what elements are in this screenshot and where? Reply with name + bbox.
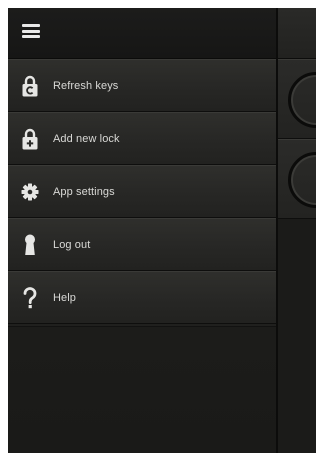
lock-card[interactable] <box>278 139 316 219</box>
lock-dial-icon <box>288 72 316 128</box>
menu-item-add-new-lock[interactable]: Add new lock <box>8 112 276 165</box>
hamburger-menu-icon[interactable] <box>22 24 40 38</box>
main-content <box>278 8 316 453</box>
app-screen: Refresh keys Add new lock App settings L… <box>8 8 316 453</box>
menu-item-label: App settings <box>53 185 115 198</box>
menu-item-label: Add new lock <box>53 132 120 145</box>
drawer-empty-area <box>8 326 276 453</box>
main-header <box>278 8 316 59</box>
keyhole-icon <box>21 233 39 257</box>
drawer-header <box>8 8 276 59</box>
lock-add-icon <box>21 127 39 151</box>
menu-item-label: Refresh keys <box>53 79 119 92</box>
menu-list: Refresh keys Add new lock App settings L… <box>8 59 276 324</box>
lock-dial-icon <box>288 152 316 208</box>
lock-card[interactable] <box>278 59 316 139</box>
gear-icon <box>21 180 39 204</box>
lock-refresh-icon <box>21 74 39 98</box>
question-icon <box>21 286 39 310</box>
menu-item-label: Help <box>53 291 77 304</box>
menu-item-label: Log out <box>53 238 91 251</box>
menu-item-help[interactable]: Help <box>8 271 276 324</box>
menu-item-app-settings[interactable]: App settings <box>8 165 276 218</box>
menu-item-refresh-keys[interactable]: Refresh keys <box>8 59 276 112</box>
navigation-drawer: Refresh keys Add new lock App settings L… <box>8 8 278 453</box>
menu-item-log-out[interactable]: Log out <box>8 218 276 271</box>
